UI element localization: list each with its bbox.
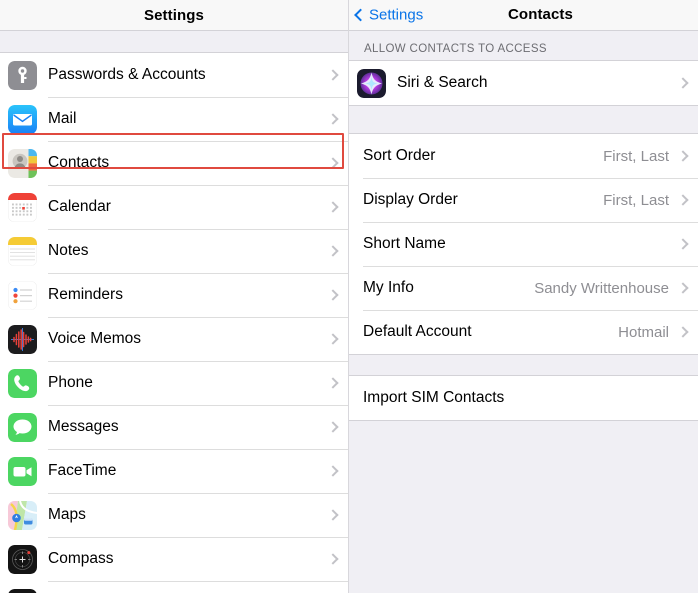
contacts-detail-panel: Settings Contacts ALLOW CONTACTS TO ACCE… [349, 0, 698, 593]
right-navbar: Settings Contacts [349, 0, 698, 31]
contacts-setting-display-order[interactable]: Display Order First, Last [349, 178, 698, 222]
section-spacer-2 [349, 354, 698, 376]
settings-item-facetime[interactable]: FaceTime [0, 449, 348, 493]
calendar-icon [8, 192, 37, 222]
contacts-settings-list: Sort Order First, Last Display Order First,… [349, 134, 698, 354]
access-item-label: Siri & Search [397, 74, 488, 91]
contacts-setting-short-name[interactable]: Short Name [349, 222, 698, 266]
chevron-left-icon [354, 8, 367, 22]
waveform-icon [8, 324, 37, 354]
settings-item-phone[interactable]: Phone [0, 361, 348, 405]
compass-icon [8, 544, 37, 574]
access-item-siri-search[interactable]: Siri & Search [349, 61, 698, 105]
settings-item-label: Mail [48, 110, 77, 127]
import-sim-contacts-button[interactable]: Import SIM Contacts [349, 376, 698, 420]
settings-item-notes[interactable]: Notes [0, 229, 348, 273]
contacts-card-icon [8, 148, 37, 178]
chevron-right-icon [677, 150, 689, 162]
chevron-right-icon [327, 421, 339, 433]
page-title: Settings [144, 6, 204, 24]
back-button-label: Settings [369, 6, 424, 24]
chevron-right-icon [327, 201, 339, 213]
siri-icon [357, 68, 386, 98]
back-button[interactable]: Settings [354, 6, 424, 24]
settings-item-reminders[interactable]: Reminders [0, 273, 348, 317]
key-icon [8, 60, 37, 90]
section-header-allow-access: ALLOW CONTACTS TO ACCESS [349, 31, 698, 60]
contacts-setting-my-info[interactable]: My Info Sandy Writtenhouse [349, 266, 698, 310]
contacts-setting-label: Default Account [363, 323, 472, 340]
row-value: Sandy Writtenhouse [534, 279, 669, 297]
chevron-right-icon [677, 77, 689, 89]
settings-item-maps[interactable]: Maps [0, 493, 348, 537]
allow-access-list: Siri & Search [349, 61, 698, 105]
settings-item-label: Passwords & Accounts [48, 66, 206, 83]
chevron-right-icon [327, 553, 339, 565]
settings-app-list: Passwords & Accounts Mail Contacts Calen… [0, 53, 348, 593]
maps-icon [8, 500, 37, 530]
chevron-right-icon [327, 245, 339, 257]
settings-master-panel: Settings Passwords & Accounts Mail Conta… [0, 0, 349, 593]
settings-item-label: Calendar [48, 198, 111, 215]
settings-item-label: Phone [48, 374, 93, 391]
chevron-right-icon [327, 69, 339, 81]
settings-item-calendar[interactable]: Calendar [0, 185, 348, 229]
settings-item-passwords-accounts[interactable]: Passwords & Accounts [0, 53, 348, 97]
settings-item-label: Notes [48, 242, 89, 259]
row-value: First, Last [603, 147, 669, 165]
contacts-setting-label: Sort Order [363, 147, 436, 164]
settings-item-compass[interactable]: Compass [0, 537, 348, 581]
contacts-setting-label: Short Name [363, 235, 446, 252]
chevron-right-icon [327, 509, 339, 521]
settings-item-label: Messages [48, 418, 119, 435]
ios-settings-split-view: Settings Passwords & Accounts Mail Conta… [0, 0, 698, 593]
empty-background [349, 421, 698, 593]
envelope-icon [8, 104, 37, 134]
chevron-right-icon [327, 157, 339, 169]
import-action-list: Import SIM Contacts [349, 376, 698, 420]
settings-item-mail[interactable]: Mail [0, 97, 348, 141]
reminders-icon [8, 280, 37, 310]
chevron-right-icon [677, 326, 689, 338]
chevron-right-icon [677, 282, 689, 294]
contacts-setting-label: My Info [363, 279, 414, 296]
chevron-right-icon [327, 465, 339, 477]
chevron-right-icon [327, 333, 339, 345]
ruler-icon [8, 588, 37, 593]
notes-icon [8, 236, 37, 266]
settings-item-label: FaceTime [48, 462, 117, 479]
settings-item-measure[interactable]: Measure [0, 581, 348, 593]
settings-item-label: Voice Memos [48, 330, 142, 347]
chevron-right-icon [327, 377, 339, 389]
speech-bubble-icon [8, 412, 37, 442]
settings-item-label: Compass [48, 550, 114, 567]
settings-item-label: Maps [48, 506, 86, 523]
settings-item-messages[interactable]: Messages [0, 405, 348, 449]
settings-item-label: Contacts [48, 154, 110, 171]
contacts-setting-default-account[interactable]: Default Account Hotmail [349, 310, 698, 354]
contacts-setting-label: Display Order [363, 191, 458, 208]
import-sim-contacts-label: Import SIM Contacts [363, 389, 505, 406]
section-header-spacer: ALLOW CONTACTS TO ACCESS [349, 31, 698, 60]
list-top-spacer [0, 31, 348, 53]
left-navbar: Settings [0, 0, 348, 31]
contacts-setting-sort-order[interactable]: Sort Order First, Last [349, 134, 698, 178]
section-spacer-1 [349, 105, 698, 134]
chevron-right-icon [327, 113, 339, 125]
settings-item-label: Reminders [48, 286, 123, 303]
settings-item-voice-memos[interactable]: Voice Memos [0, 317, 348, 361]
chevron-right-icon [677, 238, 689, 250]
settings-item-contacts[interactable]: Contacts [0, 141, 348, 185]
video-camera-icon [8, 456, 37, 486]
phone-handset-icon [8, 368, 37, 398]
chevron-right-icon [677, 194, 689, 206]
row-value: First, Last [603, 191, 669, 209]
row-value: Hotmail [618, 323, 669, 341]
chevron-right-icon [327, 289, 339, 301]
